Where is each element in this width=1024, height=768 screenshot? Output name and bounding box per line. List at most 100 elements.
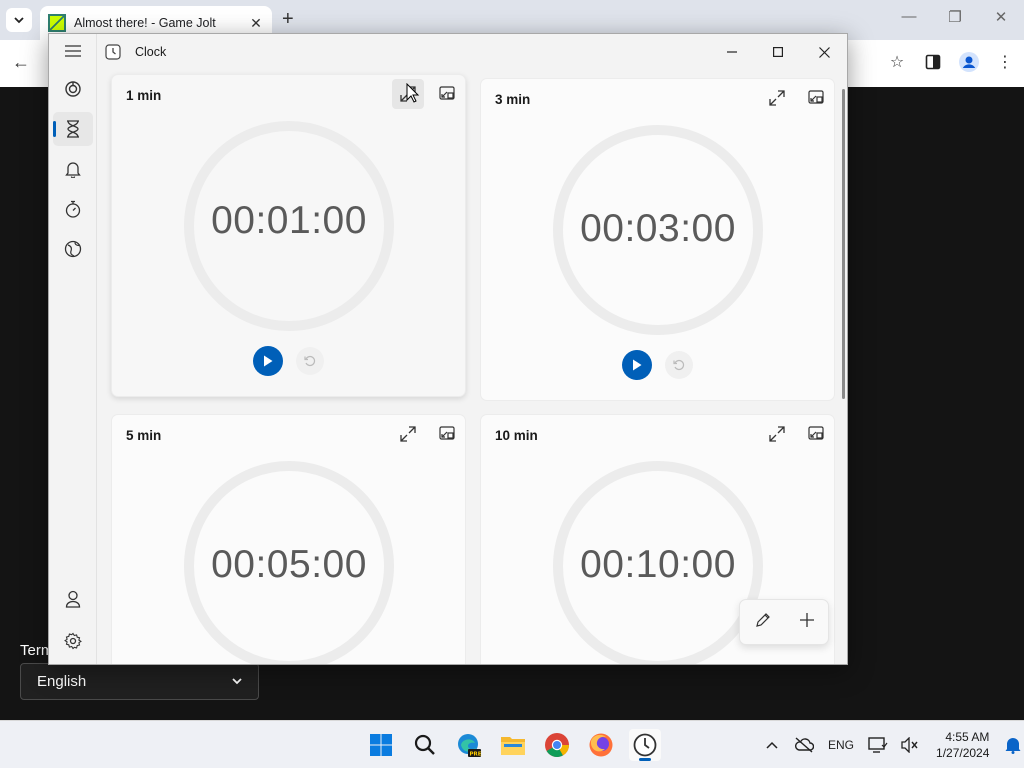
show-hidden-icons-button[interactable] [760, 733, 784, 757]
clock-titlebar: Clock [97, 34, 847, 70]
nav-settings[interactable] [53, 624, 93, 658]
nav-alarm[interactable] [53, 152, 93, 186]
picture-in-picture-icon [808, 426, 824, 440]
tab-search-dropdown[interactable] [6, 8, 32, 32]
nav-menu-button[interactable] [53, 34, 93, 68]
taskbar-firefox[interactable] [585, 729, 617, 761]
clock-app-icon [105, 44, 121, 60]
timer-time: 00:10:00 [580, 543, 736, 586]
timer-time: 00:05:00 [211, 543, 367, 586]
start-timer-button[interactable] [253, 346, 283, 376]
cloud-off-icon [795, 737, 814, 753]
pencil-icon [755, 612, 770, 627]
windows-logo-icon [370, 734, 392, 756]
taskbar-clock[interactable] [629, 729, 661, 761]
language-select-value: English [37, 673, 87, 690]
plus-icon [799, 612, 814, 627]
timer-card-3min[interactable]: 3 min 00:03:00 [480, 78, 835, 401]
side-panel-icon[interactable] [922, 50, 944, 74]
timer-card-5min[interactable]: 5 min 00:05:00 [111, 414, 466, 664]
keep-on-top-button[interactable] [800, 419, 832, 449]
start-button[interactable] [365, 729, 397, 761]
play-icon [633, 359, 642, 371]
timer-icon [67, 120, 79, 138]
focus-icon [65, 81, 81, 97]
taskbar-clock-display[interactable]: 4:55 AM 1/27/2024 [936, 729, 989, 761]
stopwatch-icon [65, 200, 81, 218]
svg-text:PRE: PRE [470, 752, 482, 758]
timer-label: 10 min [495, 428, 538, 443]
minimize-button[interactable] [709, 38, 755, 66]
reset-timer-button[interactable] [665, 351, 693, 379]
close-icon [818, 46, 830, 58]
profile-avatar-icon[interactable] [958, 50, 980, 74]
nav-focus-sessions[interactable] [53, 72, 93, 106]
new-tab-button[interactable]: + [282, 8, 294, 31]
nav-account[interactable] [53, 582, 93, 616]
taskbar-edge-dev[interactable]: PRE [453, 729, 485, 761]
timer-card-1min[interactable]: 1 min 00:01:00 [111, 74, 466, 397]
keep-on-top-button[interactable] [431, 79, 463, 109]
chrome-icon [545, 733, 569, 758]
play-icon [264, 355, 273, 367]
nav-timer[interactable] [53, 112, 93, 146]
expand-timer-button[interactable] [761, 83, 793, 113]
expand-icon [400, 426, 416, 442]
more-menu-icon[interactable]: ⋮ [994, 50, 1016, 74]
nav-rail [49, 34, 97, 664]
notifications-button[interactable] [1001, 733, 1024, 757]
chevron-up-icon [766, 741, 778, 749]
taskbar-file-explorer[interactable] [497, 729, 529, 761]
edit-timers-button[interactable] [755, 612, 771, 633]
clock-app-window: Clock 1 min 00:01:00 3 min 00:03:00 5 mi… [48, 33, 848, 665]
close-button[interactable] [801, 38, 847, 66]
keep-on-top-button[interactable] [800, 83, 832, 113]
settings-icon [64, 632, 82, 650]
nav-selected-indicator [53, 121, 56, 137]
volume-muted-icon [901, 737, 918, 753]
app-title: Clock [135, 45, 167, 59]
account-icon [65, 590, 81, 608]
start-timer-button[interactable] [622, 350, 652, 380]
taskbar-time: 4:55 AM [945, 730, 990, 744]
active-app-indicator [639, 758, 651, 761]
game-jolt-favicon-icon [48, 14, 66, 32]
scrollbar-thumb[interactable] [842, 89, 845, 399]
toolbar-icons: ☆ ⋮ [886, 50, 1016, 74]
network-icon [868, 737, 888, 753]
picture-in-picture-icon [808, 90, 824, 104]
hamburger-menu-icon [65, 45, 81, 57]
taskbar-date: 1/27/2024 [936, 746, 990, 760]
timer-label: 5 min [126, 428, 162, 443]
taskbar-chrome[interactable] [541, 729, 573, 761]
add-timer-button[interactable] [799, 612, 814, 632]
keep-on-top-button[interactable] [431, 419, 463, 449]
back-arrow-icon[interactable]: ← [12, 52, 30, 73]
reset-icon [304, 355, 316, 367]
minimize-icon [727, 51, 737, 53]
browser-close-button[interactable]: ✕ [991, 8, 1011, 26]
browser-restore-button[interactable]: ❐ [945, 8, 965, 26]
folder-icon [501, 737, 525, 755]
browser-minimize-button[interactable]: — [899, 8, 919, 25]
language-select[interactable]: English [20, 663, 259, 700]
nav-stopwatch[interactable] [53, 192, 93, 226]
onedrive-status-button[interactable] [792, 733, 816, 757]
bookmark-star-icon[interactable]: ☆ [886, 50, 908, 74]
search-button[interactable] [409, 729, 441, 761]
bell-icon [1005, 738, 1021, 754]
volume-status-button[interactable] [898, 733, 922, 757]
tab-title: Almost there! - Game Jolt [74, 16, 216, 30]
input-language-indicator[interactable]: ENG [828, 738, 854, 752]
maximize-button[interactable] [755, 38, 801, 66]
expand-timer-button[interactable] [392, 419, 424, 449]
expand-timer-button[interactable] [761, 419, 793, 449]
timer-label: 1 min [126, 88, 162, 103]
windows-taskbar: PRE ENG 4:55 AM 1/27/2024 [0, 720, 1024, 768]
tab-close-icon[interactable]: ✕ [248, 15, 264, 32]
search-icon [414, 734, 435, 755]
expand-icon [769, 90, 785, 106]
network-status-button[interactable] [866, 733, 890, 757]
reset-timer-button[interactable] [296, 347, 324, 375]
nav-world-clock[interactable] [53, 232, 93, 266]
